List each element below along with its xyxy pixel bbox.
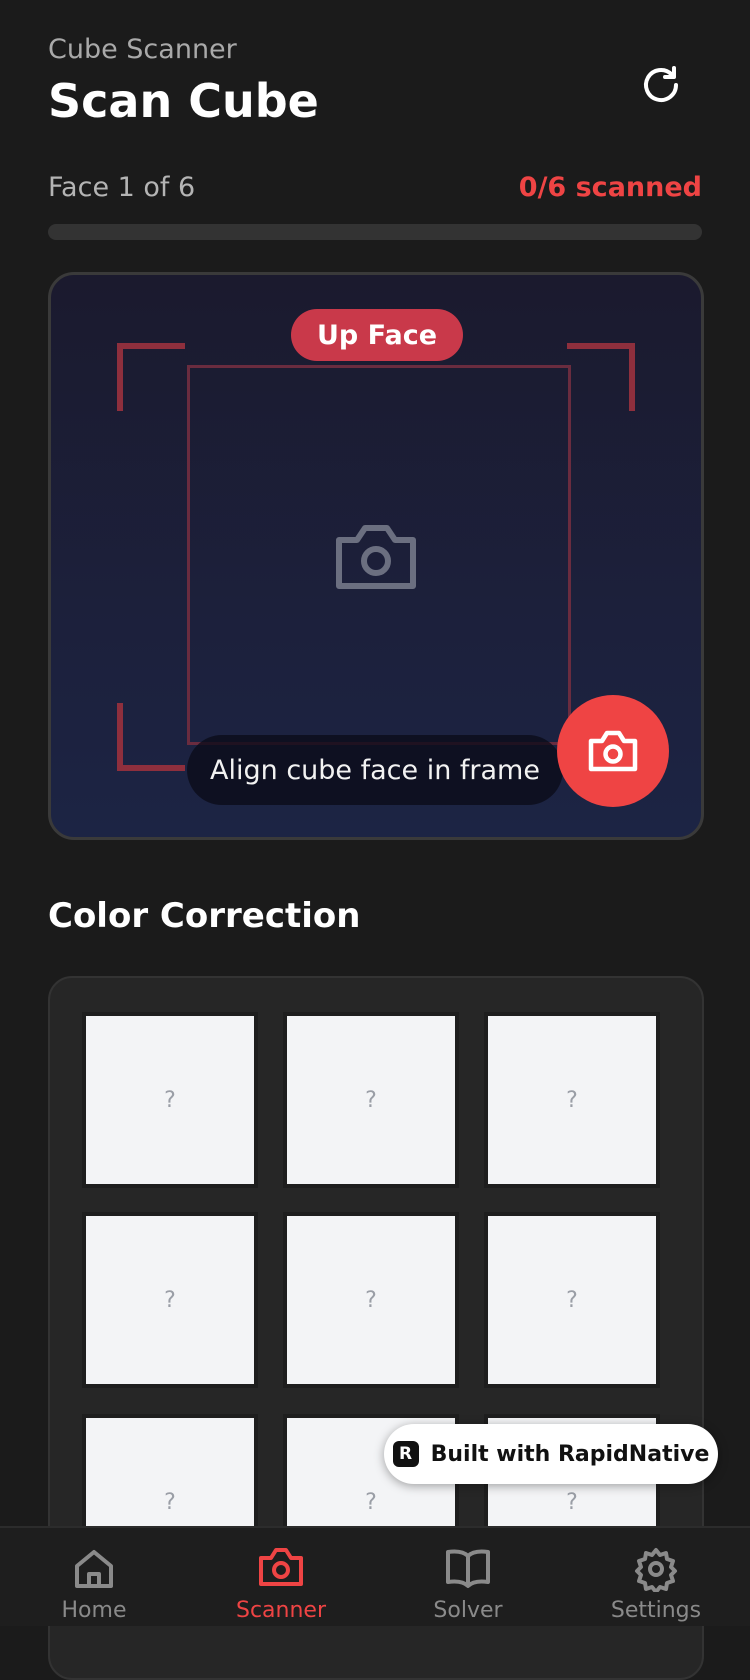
tab-settings[interactable]: Settings: [562, 1528, 750, 1626]
sticker-placeholder: ?: [164, 1087, 176, 1113]
sticker-placeholder: ?: [164, 1287, 176, 1313]
sticker-cell[interactable]: ?: [283, 1012, 459, 1188]
sticker-placeholder: ?: [365, 1489, 377, 1515]
sticker-cell[interactable]: ?: [82, 1212, 258, 1388]
face-progress-label: Face 1 of 6: [48, 172, 196, 203]
sticker-placeholder: ?: [365, 1287, 377, 1313]
tab-solver[interactable]: Solver: [374, 1528, 562, 1626]
sticker-cell[interactable]: ?: [283, 1212, 459, 1388]
frame-corner-top-left: [117, 343, 185, 411]
sticker-placeholder: ?: [365, 1087, 377, 1113]
color-correction-title: Color Correction: [48, 896, 361, 936]
refresh-icon: [644, 66, 678, 102]
sticker-placeholder: ?: [566, 1087, 578, 1113]
book-icon: [446, 1549, 490, 1588]
tab-label: Solver: [433, 1598, 503, 1623]
camera-icon: [588, 730, 638, 772]
app-subtitle: Cube Scanner: [48, 34, 237, 65]
scanned-count: 0/6 scanned: [518, 172, 702, 203]
sticker-placeholder: ?: [566, 1489, 578, 1515]
gear-icon: [635, 1548, 677, 1592]
sticker-cell[interactable]: ?: [82, 1012, 258, 1188]
sticker-cell[interactable]: ?: [484, 1212, 660, 1388]
built-with-text: Built with RapidNative: [430, 1441, 710, 1467]
align-hint: Align cube face in frame: [187, 735, 563, 805]
camera-placeholder-icon: [331, 520, 421, 598]
built-with-badge[interactable]: R Built with RapidNative: [384, 1424, 718, 1484]
frame-corner-bottom-left: [117, 703, 185, 771]
scan-progress-bar: [48, 224, 702, 240]
refresh-button[interactable]: [636, 60, 686, 110]
sticker-placeholder: ?: [566, 1287, 578, 1313]
camera-icon: [259, 1548, 303, 1586]
tab-label: Home: [61, 1598, 127, 1623]
tab-label: Scanner: [235, 1598, 326, 1623]
tab-scanner[interactable]: Scanner: [187, 1528, 375, 1626]
bottom-tab-bar: Home Scanner Solver Settings: [0, 1526, 750, 1626]
sticker-placeholder: ?: [164, 1489, 176, 1515]
tab-home[interactable]: Home: [0, 1528, 188, 1626]
capture-button[interactable]: [557, 695, 669, 807]
page-title: Scan Cube: [48, 74, 319, 128]
frame-corner-top-right: [567, 343, 635, 411]
tab-label: Settings: [610, 1598, 702, 1623]
home-icon: [75, 1550, 113, 1588]
scanner-viewfinder: Up Face Align cube face in frame: [48, 272, 704, 840]
sticker-cell[interactable]: ?: [484, 1012, 660, 1188]
face-badge: Up Face: [291, 309, 463, 361]
rapidnative-logo: R: [392, 1441, 419, 1467]
